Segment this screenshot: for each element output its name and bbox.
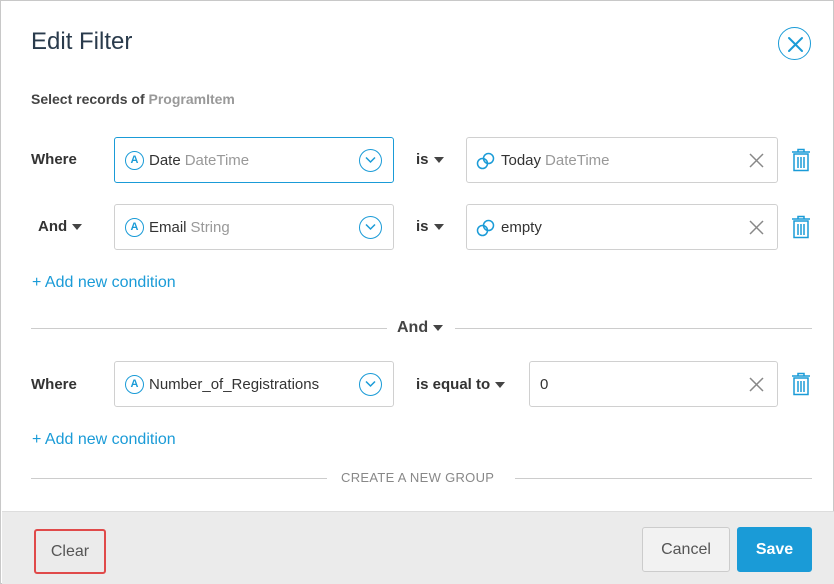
chevron-down-icon xyxy=(365,223,376,231)
value-name: Today xyxy=(501,152,542,169)
connector-label: And xyxy=(38,218,68,235)
trash-icon[interactable] xyxy=(791,148,811,172)
field-type: DateTime xyxy=(184,152,250,169)
entity-name: ProgramItem xyxy=(148,91,235,107)
field-name: Number_of_Registrations xyxy=(149,376,320,393)
close-icon xyxy=(788,37,803,52)
cancel-button[interactable]: Cancel xyxy=(642,527,730,572)
subtitle-prefix: Select records of xyxy=(31,91,145,107)
link-icon xyxy=(476,152,495,170)
divider xyxy=(515,478,812,479)
field-select-date[interactable]: A Date DateTime xyxy=(114,137,394,183)
field-type-icon: A xyxy=(125,151,144,170)
divider xyxy=(31,328,387,329)
connector-where: Where xyxy=(31,151,77,168)
value-type: DateTime xyxy=(545,152,610,169)
field-label: Date DateTime xyxy=(149,152,249,169)
caret-down-icon xyxy=(495,382,506,389)
operator-dropdown[interactable]: is xyxy=(416,151,444,168)
group-operator-label: And xyxy=(397,319,429,336)
divider xyxy=(455,328,812,329)
operator-label: is xyxy=(416,218,429,235)
caret-down-icon xyxy=(433,224,444,231)
chevron-down-icon xyxy=(365,380,376,388)
dropdown-button[interactable] xyxy=(359,149,382,172)
chevron-down-icon xyxy=(365,156,376,164)
save-button[interactable]: Save xyxy=(737,527,812,572)
value-name: empty xyxy=(501,219,542,236)
field-type-icon: A xyxy=(125,218,144,237)
link-icon xyxy=(476,219,495,237)
field-label: Number_of_Registrations xyxy=(149,376,319,393)
field-type-icon: A xyxy=(125,375,144,394)
value-label: empty xyxy=(501,219,542,236)
group-operator-dropdown[interactable]: And xyxy=(397,319,444,337)
edit-filter-dialog: Edit Filter Select records of ProgramIte… xyxy=(0,0,834,584)
operator-label: is equal to xyxy=(416,376,491,393)
dropdown-button[interactable] xyxy=(359,216,382,239)
operator-dropdown[interactable]: is equal to xyxy=(416,376,506,393)
trash-icon[interactable] xyxy=(791,372,811,396)
caret-down-icon xyxy=(433,157,444,164)
dialog-title: Edit Filter xyxy=(31,28,133,55)
value-field-empty[interactable]: empty xyxy=(466,204,778,250)
operator-dropdown[interactable]: is xyxy=(416,218,444,235)
divider xyxy=(31,478,327,479)
create-group-link[interactable]: CREATE A NEW GROUP xyxy=(341,470,494,485)
value-input[interactable]: 0 xyxy=(529,361,778,407)
caret-down-icon xyxy=(433,324,444,331)
connector-and-dropdown[interactable]: And xyxy=(38,218,83,235)
field-label: Email String xyxy=(149,219,230,236)
clear-x-icon[interactable] xyxy=(749,220,764,235)
add-condition-link[interactable]: + Add new condition xyxy=(32,274,176,292)
trash-icon[interactable] xyxy=(791,215,811,239)
clear-x-icon[interactable] xyxy=(749,153,764,168)
connector-where: Where xyxy=(31,376,77,393)
field-select-email[interactable]: A Email String xyxy=(114,204,394,250)
value-field-today[interactable]: Today DateTime xyxy=(466,137,778,183)
dropdown-button[interactable] xyxy=(359,373,382,396)
value-text: 0 xyxy=(540,376,549,393)
close-button[interactable] xyxy=(778,27,811,60)
clear-button[interactable]: Clear xyxy=(34,529,106,574)
operator-label: is xyxy=(416,151,429,168)
add-condition-link[interactable]: + Add new condition xyxy=(32,431,176,449)
field-name: Date xyxy=(149,152,181,169)
field-name: Email xyxy=(149,219,187,236)
dialog-footer: Clear Cancel Save xyxy=(2,511,834,584)
caret-down-icon xyxy=(72,224,83,231)
field-select-registrations[interactable]: A Number_of_Registrations xyxy=(114,361,394,407)
clear-x-icon[interactable] xyxy=(749,377,764,392)
field-type: String xyxy=(190,219,230,236)
filter-subtitle: Select records of ProgramItem xyxy=(31,91,235,107)
value-label: Today DateTime xyxy=(501,152,610,169)
